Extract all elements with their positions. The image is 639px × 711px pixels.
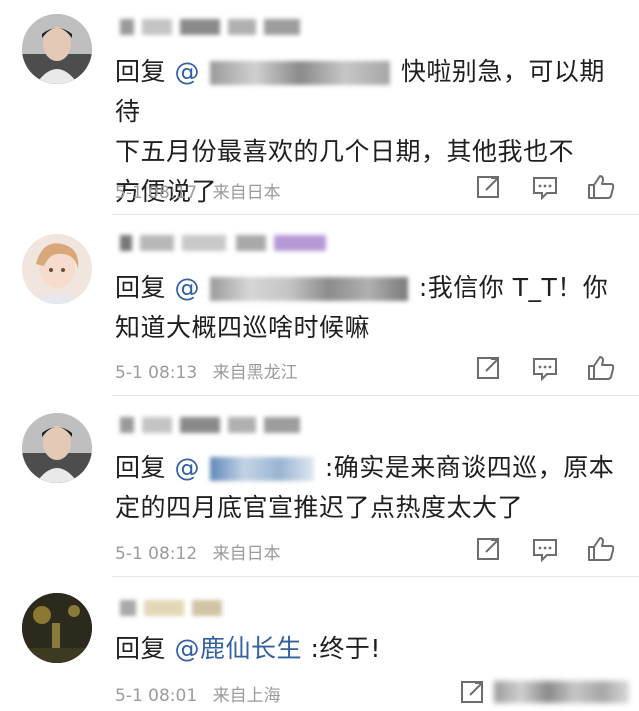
username-blurred[interactable] xyxy=(120,16,310,38)
comment-item: 回复 @ :确实是来商谈四巡，原本 定的四月底官宣推迟了点热度太大了 5-1 0… xyxy=(0,396,639,576)
text-line: :我信你 T_T！你 xyxy=(418,273,609,302)
avatar[interactable] xyxy=(22,14,92,84)
comment-icon[interactable] xyxy=(530,172,560,202)
comment-item: 回复 @ :我信你 T_T！你 知道大概四巡啥时候嘛 5-1 08:13 来自黑… xyxy=(0,215,639,395)
mention-link[interactable]: @ xyxy=(174,453,200,482)
comment-time: 5-1 08:12 xyxy=(115,544,198,564)
username-blurred[interactable] xyxy=(120,597,230,619)
comment-icon[interactable] xyxy=(530,534,560,564)
comment-meta: 5-1 08:01 来自上海 xyxy=(115,681,291,706)
username-blurred[interactable] xyxy=(120,414,310,436)
comment-item: 回复 @ 快啦别急，可以期待 下五月份最喜欢的几个日期，其他我也不 方便说了 5… xyxy=(0,0,639,215)
comment-text: 回复 @ :我信你 T_T！你 知道大概四巡啥时候嘛 xyxy=(115,268,620,348)
reply-prefix: 回复 xyxy=(115,57,167,86)
comment-actions xyxy=(472,534,622,564)
share-icon[interactable] xyxy=(474,353,504,383)
like-icon[interactable] xyxy=(586,534,616,564)
watermark-blurred xyxy=(494,681,629,703)
comment-actions xyxy=(472,172,622,202)
comment-item: 回复 @鹿仙长生 :终于! 5-1 08:01 来自上海 xyxy=(0,577,639,710)
like-icon[interactable] xyxy=(586,172,616,202)
like-icon[interactable] xyxy=(586,353,616,383)
mention-link[interactable]: @鹿仙长生 xyxy=(174,634,302,663)
comment-time: 5-1 08:17 xyxy=(115,183,198,203)
share-icon[interactable] xyxy=(474,534,504,564)
mention-blurred[interactable] xyxy=(210,61,391,85)
comment-time: 5-1 08:13 xyxy=(115,363,198,383)
mention-link[interactable]: @ xyxy=(174,273,200,302)
comment-source: 来自黑龙江 xyxy=(212,363,298,383)
mention-blurred[interactable] xyxy=(210,277,409,301)
comment-meta: 5-1 08:12 来自日本 xyxy=(115,539,291,564)
comment-icon[interactable] xyxy=(530,353,560,383)
text-line: :确实是来商谈四巡，原本 xyxy=(324,453,615,482)
text-line: 定的四月底官宣推迟了点热度太大了 xyxy=(115,493,524,522)
comment-source: 来自上海 xyxy=(212,686,281,706)
reply-prefix: 回复 xyxy=(115,634,167,663)
comment-source: 来自日本 xyxy=(212,544,281,564)
share-icon[interactable] xyxy=(458,677,488,707)
comment-meta: 5-1 08:13 来自黑龙江 xyxy=(115,358,308,383)
comment-text: 回复 @ :确实是来商谈四巡，原本 定的四月底官宣推迟了点热度太大了 xyxy=(115,448,620,528)
text-line: 知道大概四巡啥时候嘛 xyxy=(115,313,371,342)
username-blurred[interactable] xyxy=(120,232,330,254)
avatar[interactable] xyxy=(22,234,92,304)
comment-time: 5-1 08:01 xyxy=(115,686,198,706)
avatar[interactable] xyxy=(22,413,92,483)
comment-actions xyxy=(472,353,622,383)
share-icon[interactable] xyxy=(474,172,504,202)
reply-prefix: 回复 xyxy=(115,273,167,302)
mention-link[interactable]: @ xyxy=(174,57,200,86)
avatar[interactable] xyxy=(22,593,92,663)
text-line: 下五月份最喜欢的几个日期，其他我也不 xyxy=(115,137,575,166)
comment-meta: 5-1 08:17 来自日本 xyxy=(115,178,291,203)
mention-blurred[interactable] xyxy=(210,457,315,481)
text-line: :终于! xyxy=(310,634,381,663)
reply-prefix: 回复 xyxy=(115,453,167,482)
comment-text: 回复 @鹿仙长生 :终于! xyxy=(115,629,620,669)
comment-source: 来自日本 xyxy=(212,183,281,203)
